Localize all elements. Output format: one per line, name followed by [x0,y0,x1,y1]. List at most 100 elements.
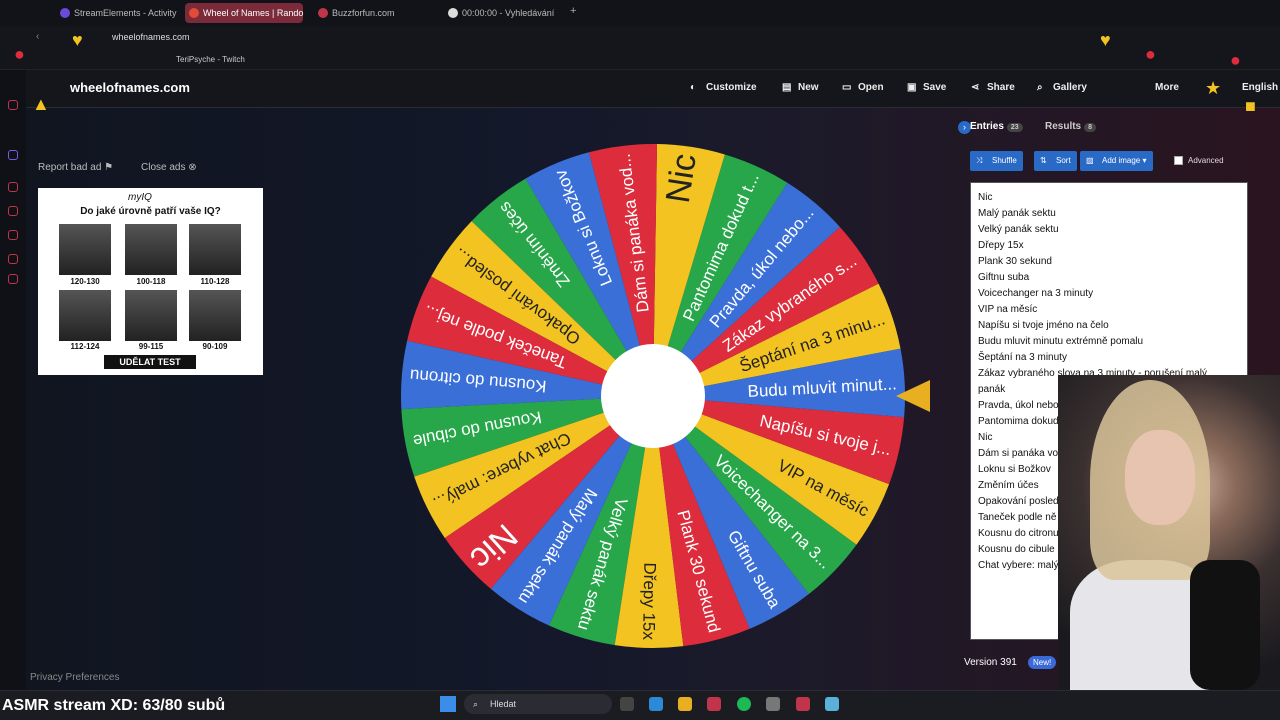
save-icon: ▣ [907,82,917,93]
tab-wheel-of-names[interactable]: Wheel of Names | Random [185,3,303,23]
tab-results[interactable]: Results 8 [1045,121,1097,132]
tab-streamelements[interactable]: StreamElements - Activity [56,3,182,23]
gallery-button[interactable]: ⌕ Gallery [1037,82,1087,93]
ad-caption: 90-109 [202,342,228,351]
nav-label: Share [987,82,1015,93]
search-label: Hledat [490,699,517,709]
ad-cta-button[interactable]: UDĚLAT TEST [104,355,196,369]
entry-line: Kousnu do cibule [978,544,1055,555]
bookmarks-bar: TeriPsyche - Twitch [0,50,1280,70]
add-image-button[interactable]: ▨ Add image ▾ [1080,151,1153,171]
history-icon[interactable] [8,230,18,240]
tab-entries[interactable]: Entries 23 [970,121,1023,132]
tab-entries-label: Entries [970,121,1004,132]
spotify-icon[interactable] [737,697,751,711]
entry-line: Chat vybere: malý [978,560,1059,571]
streamelements-icon [60,8,70,18]
entry-line: Dřepy 15x [978,240,1024,251]
sort-button[interactable]: ⇅ Sort [1034,151,1077,171]
nav-label: Save [923,82,947,93]
advanced-checkbox[interactable]: Advanced [1174,151,1224,171]
bookmark-teripsyche[interactable]: TeriPsyche - Twitch [176,55,245,64]
open-button[interactable]: ▭ Open [842,82,884,93]
settings-icon[interactable] [8,274,18,284]
ad-banner[interactable]: myIQ Do jaké úrovně patří vaše IQ? 120-1… [38,188,263,375]
image-icon: ▨ [1086,156,1094,165]
screen: StreamElements - Activity Wheel of Names… [0,0,1280,720]
task-view-icon[interactable] [620,697,634,711]
heart-decoration-icon: ♥ [72,30,83,50]
shuffle-icon: ⤨ [976,156,983,165]
entry-line: Kousnu do citronu [978,528,1059,539]
heart-icon[interactable] [8,206,18,216]
privacy-preferences-link[interactable]: Privacy Preferences [30,672,119,683]
heart-decoration-icon: ♥ [1100,30,1111,50]
twitch-icon[interactable] [8,150,18,160]
report-bad-ad-link[interactable]: Report bad ad ⚑ [38,162,113,173]
entry-line: Taneček podle ně [978,512,1057,523]
language-button[interactable]: English [1226,82,1278,93]
url-text: wheelofnames.com [112,32,190,42]
customize-button[interactable]: ◐ Customize [690,82,757,93]
tab-results-label: Results [1045,121,1082,132]
wheel-icon [189,8,199,18]
shuffle-button[interactable]: ⤨ Shuffle [970,151,1023,171]
entry-line: VIP na měsíc [978,304,1038,315]
button-label: Sort [1056,156,1071,165]
back-icon[interactable]: ‹ [36,31,39,42]
ad-portrait [125,224,177,275]
entry-line: panák [978,384,1006,395]
app-icon[interactable] [796,697,810,711]
opera-gx-icon[interactable] [707,697,721,711]
notepad-icon[interactable] [825,697,839,711]
more-button[interactable]: More [1139,82,1179,93]
wheel-center[interactable] [601,344,705,448]
new-tab-icon[interactable]: + [570,5,576,17]
entry-line: Loknu si Božkov [978,464,1051,475]
google-icon [448,8,458,18]
tab-buzzforfun[interactable]: Buzzforfun.com [314,3,434,23]
entry-line: Dám si panáka vo [978,448,1059,459]
edge-icon[interactable] [649,697,663,711]
new-button[interactable]: ▤ New [782,82,819,93]
close-icon: ⊗ [188,162,197,173]
player-icon[interactable] [8,182,18,192]
checkbox-box[interactable] [1174,156,1183,165]
gift-decoration-icon: ■ [1245,96,1256,116]
file-explorer-icon[interactable] [678,697,692,711]
ad-caption: 112-124 [70,342,100,351]
stream-overlay-text: ASMR stream XD: 63/80 subů [2,697,226,714]
tab-label: 00:00:00 - Vyhledávání [462,8,555,18]
webcam-person-face [1125,430,1195,525]
advanced-label: Advanced [1188,156,1224,165]
site-title[interactable]: wheelofnames.com [70,80,190,95]
buzzforfun-icon [318,8,328,18]
entry-line: Šeptání na 3 minuty [978,352,1067,363]
version-label: Version 391 [964,657,1017,668]
save-button[interactable]: ▣ Save [907,82,946,93]
wheel-slice-label: Dřepy 15x [639,562,659,640]
nav-label: New [798,82,819,93]
taskbar-search[interactable]: ⌕ Hledat [464,694,612,714]
ad-portrait [59,290,111,341]
extensions-icon[interactable] [8,254,18,264]
messenger-icon[interactable] [8,100,18,110]
app-icon[interactable] [766,697,780,711]
tab-label: StreamElements - Activity [74,8,177,18]
address-bar[interactable]: ‹ wheelofnames.com [0,26,1280,50]
entry-line: Pantomima dokud [978,416,1059,427]
share-button[interactable]: ⋖ Share [971,82,1015,93]
windows-start-icon[interactable] [440,696,456,712]
entry-line: Nic [978,192,993,203]
button-label: Shuffle [992,156,1017,165]
button-label: Add image [1102,156,1141,165]
tab-label: Buzzforfun.com [332,8,395,18]
nav-label: English [1242,82,1279,93]
entry-line: Budu mluvit minutu extrémně pomalu [978,336,1144,347]
sort-icon: ⇅ [1040,156,1047,165]
close-ads-link[interactable]: Close ads ⊗ [141,162,197,173]
tab-timer-search[interactable]: 00:00:00 - Vyhledávání [444,3,564,23]
ad-caption: 99-115 [138,342,164,351]
browser-sidebar [0,70,26,690]
wheel[interactable]: Šeptání na 3 minu...Zákaz vybraného s...… [397,140,909,652]
